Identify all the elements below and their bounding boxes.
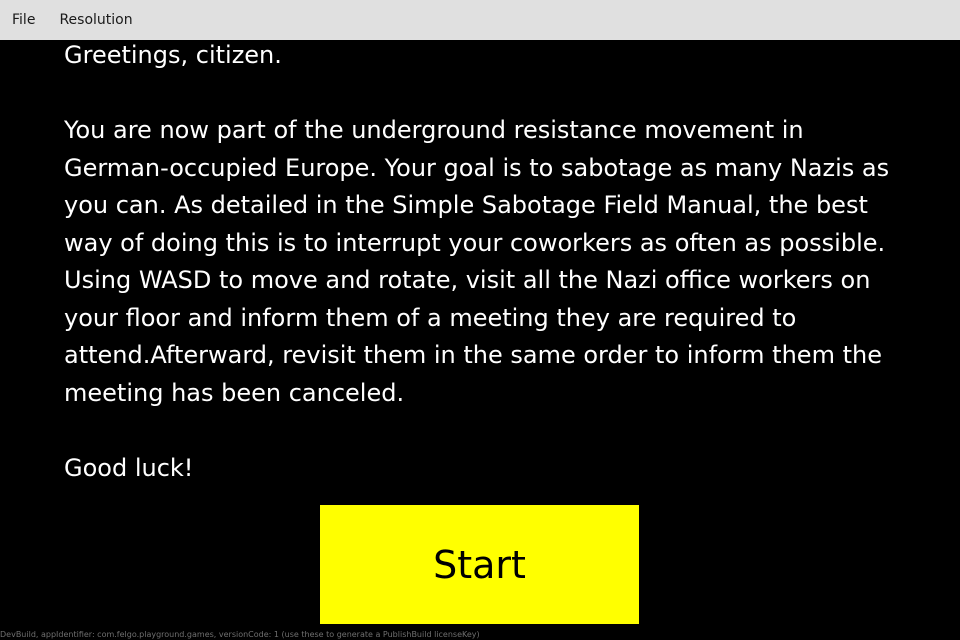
menu-resolution[interactable]: Resolution xyxy=(47,0,144,40)
game-screen: Greetings, citizen. You are now part of … xyxy=(0,40,960,640)
menu-bar: File Resolution xyxy=(0,0,960,40)
start-button[interactable]: Start xyxy=(320,505,639,624)
closing-text: Good luck! xyxy=(64,453,194,482)
devbuild-info: DevBuild, appIdentifier: com.felgo.playg… xyxy=(0,630,480,639)
greeting-text: Greetings, citizen. xyxy=(64,41,282,69)
menu-file[interactable]: File xyxy=(0,0,47,40)
mission-text: You are now part of the underground resi… xyxy=(64,116,890,407)
intro-text: Greetings, citizen. You are now part of … xyxy=(64,37,894,487)
